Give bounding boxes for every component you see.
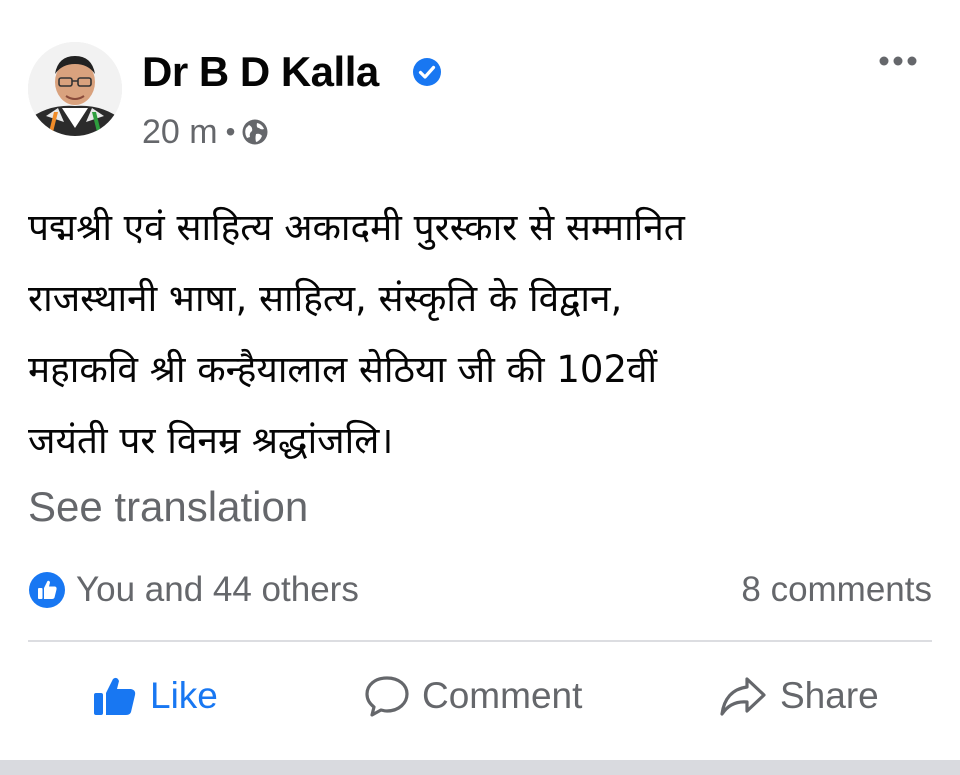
globe-icon[interactable] bbox=[241, 118, 269, 146]
share-button-label: Share bbox=[780, 675, 879, 716]
facebook-post: Dr B D Kalla 20 m • पद्मश्री एवं साहित्य… bbox=[0, 0, 960, 760]
post-body-text: पद्मश्री एवं साहित्य अकादमी पुरस्कार से … bbox=[28, 192, 933, 476]
feed-separator bbox=[0, 760, 960, 775]
reactions-count-text: You and 44 others bbox=[76, 570, 359, 609]
verified-badge-icon bbox=[413, 58, 441, 86]
meta-separator: • bbox=[225, 116, 236, 147]
comment-button[interactable]: Comment bbox=[364, 668, 582, 724]
avatar-image bbox=[28, 42, 122, 136]
post-text-line: जयंती पर विनम्र श्रद्धांजलि। bbox=[28, 419, 394, 462]
post-text-line: पद्मश्री एवं साहित्य अकादमी पुरस्कार से … bbox=[28, 206, 685, 249]
author-name[interactable]: Dr B D Kalla bbox=[142, 46, 379, 98]
like-button[interactable]: Like bbox=[92, 668, 218, 724]
post-meta: 20 m • bbox=[142, 112, 269, 152]
more-options-icon[interactable] bbox=[876, 46, 920, 76]
thumbs-up-icon bbox=[94, 677, 136, 715]
comment-button-label: Comment bbox=[422, 675, 583, 716]
reactions-summary[interactable]: You and 44 others bbox=[28, 566, 359, 614]
post-text-line: महाकवि श्री कन्हैयालाल सेठिया जी की 102व… bbox=[28, 348, 658, 391]
share-button[interactable]: Share bbox=[718, 668, 879, 724]
like-button-label: Like bbox=[150, 675, 218, 716]
post-text-line: राजस्थानी भाषा, साहित्य, संस्कृति के विद… bbox=[28, 277, 623, 320]
action-divider bbox=[28, 640, 932, 642]
comment-bubble-icon bbox=[365, 676, 409, 717]
see-translation-link[interactable]: See translation bbox=[28, 480, 308, 534]
like-reaction-icon bbox=[29, 572, 65, 608]
post-timestamp[interactable]: 20 m bbox=[142, 113, 218, 152]
share-arrow-icon bbox=[720, 677, 766, 716]
comments-count-link[interactable]: 8 comments bbox=[741, 566, 932, 614]
author-avatar[interactable] bbox=[28, 42, 122, 136]
